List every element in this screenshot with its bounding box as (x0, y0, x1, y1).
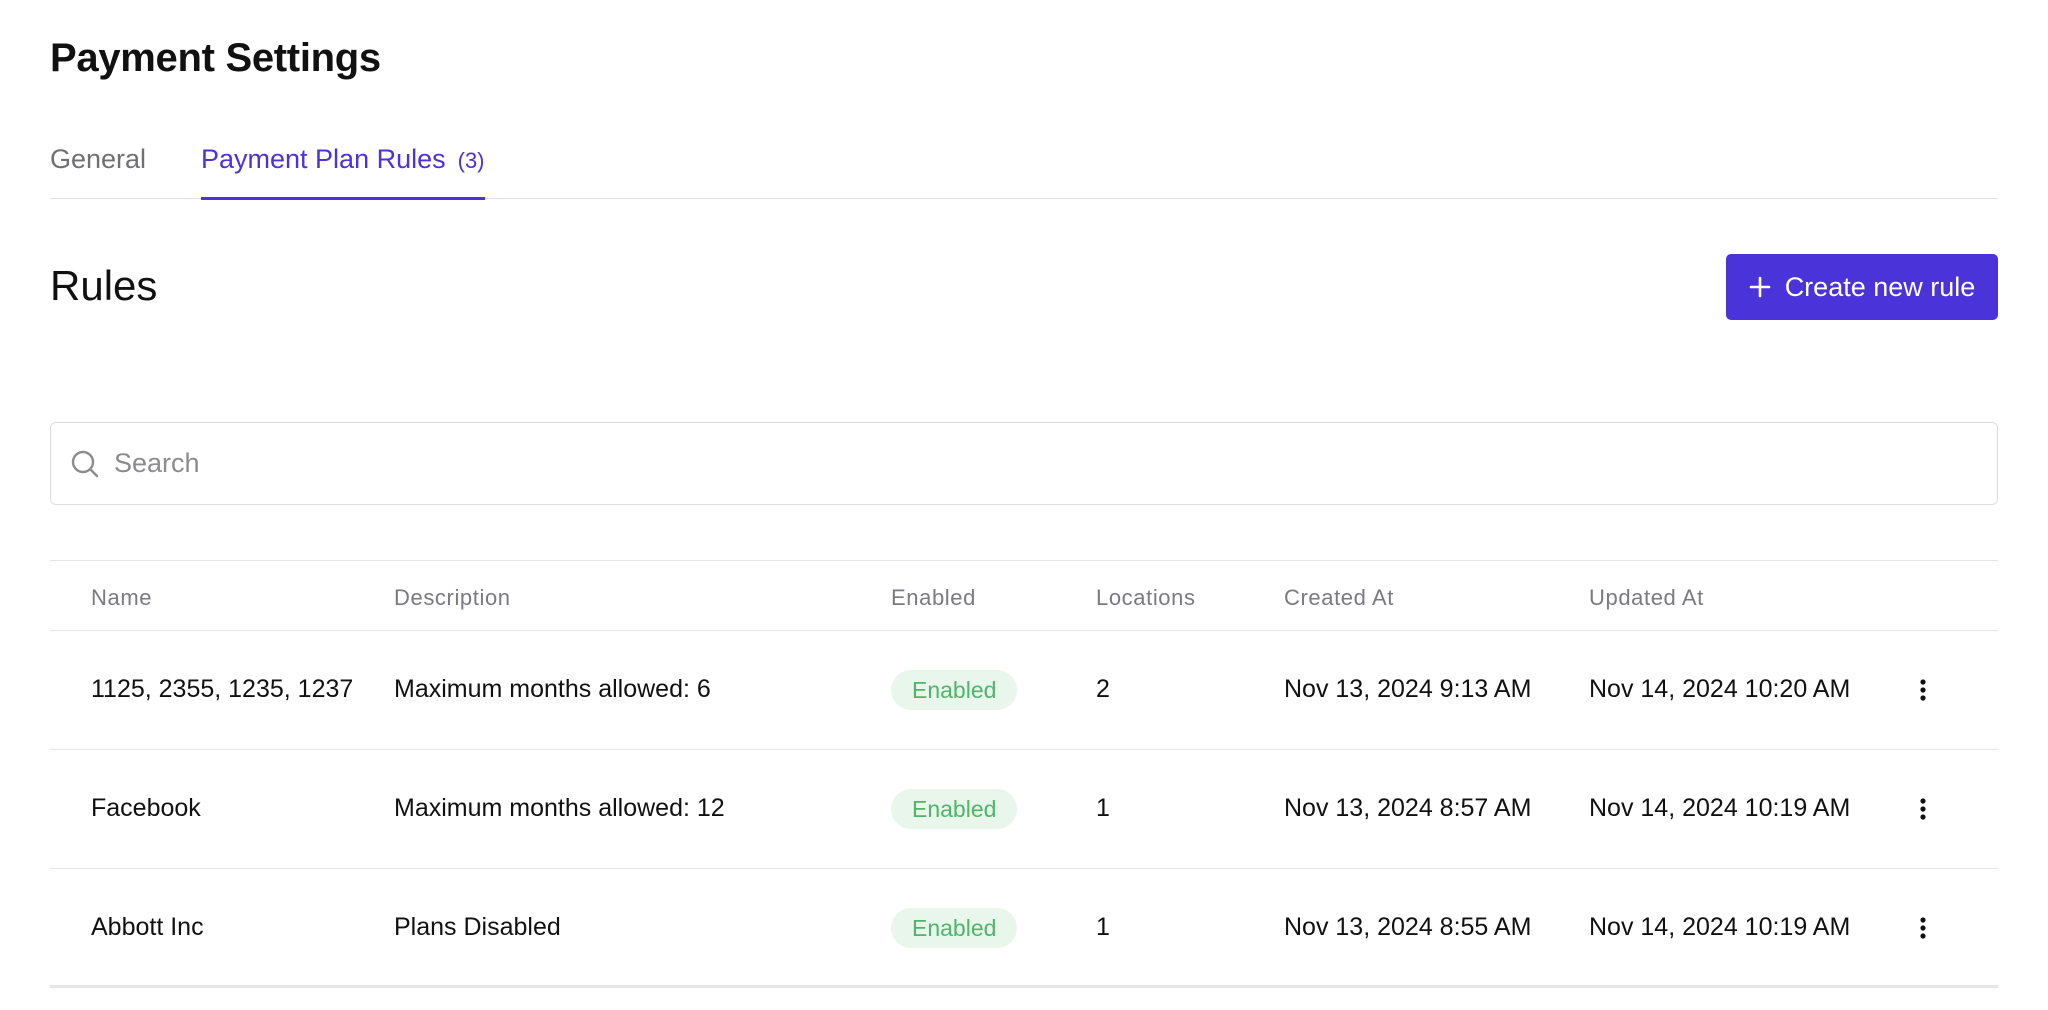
table-row[interactable]: 1125, 2355, 1235, 1237 Maximum months al… (50, 631, 1998, 750)
column-header-description[interactable]: Description (394, 585, 511, 611)
settings-tabs: General Payment Plan Rules (3) (50, 134, 1998, 200)
table-row[interactable]: Facebook Maximum months allowed: 12 Enab… (50, 750, 1998, 869)
plus-icon (1749, 276, 1771, 298)
rule-locations: 2 (1096, 675, 1110, 703)
rule-updated-at: Nov 14, 2024 10:20 AM (1589, 675, 1851, 703)
rule-description: Maximum months allowed: 12 (394, 794, 725, 822)
section-title: Rules (50, 262, 158, 309)
tab-payment-plan-rules-label: Payment Plan Rules (201, 144, 446, 174)
tab-general[interactable]: General (50, 144, 146, 199)
rule-updated-at: Nov 14, 2024 10:19 AM (1589, 794, 1851, 822)
column-header-locations[interactable]: Locations (1096, 585, 1196, 611)
search-input[interactable] (114, 448, 1914, 479)
create-new-rule-button[interactable]: Create new rule (1726, 254, 1998, 320)
table-header: Name Description Enabled Locations Creat… (50, 560, 1998, 631)
rule-description: Plans Disabled (394, 913, 561, 941)
tab-payment-plan-rules[interactable]: Payment Plan Rules (3) (201, 144, 485, 200)
column-header-updated-at[interactable]: Updated At (1589, 585, 1704, 611)
column-header-enabled[interactable]: Enabled (891, 585, 976, 611)
create-new-rule-label: Create new rule (1784, 271, 1976, 302)
table-row[interactable]: Abbott Inc Plans Disabled Enabled 1 Nov … (50, 869, 1998, 988)
more-vertical-icon[interactable] (1910, 796, 1936, 822)
rule-locations: 1 (1096, 794, 1110, 822)
rule-created-at: Nov 13, 2024 8:55 AM (1284, 913, 1532, 941)
rule-name: Abbott Inc (91, 913, 204, 941)
search-bar (50, 422, 1998, 505)
rule-name: 1125, 2355, 1235, 1237 (91, 675, 354, 703)
payment-settings-page: Payment Settings General Payment Plan Ru… (0, 0, 2048, 1010)
page-title: Payment Settings (50, 36, 381, 80)
rule-updated-at: Nov 14, 2024 10:19 AM (1589, 913, 1851, 941)
rule-description: Maximum months allowed: 6 (394, 675, 711, 703)
search-icon (70, 449, 100, 479)
more-vertical-icon[interactable] (1910, 915, 1936, 941)
tab-count-badge: (3) (457, 148, 485, 173)
rule-created-at: Nov 13, 2024 9:13 AM (1284, 675, 1532, 703)
status-badge: Enabled (891, 908, 1018, 948)
status-badge: Enabled (891, 670, 1018, 710)
tab-general-label: General (50, 144, 147, 174)
more-vertical-icon[interactable] (1910, 677, 1936, 703)
rule-locations: 1 (1096, 913, 1110, 941)
rules-table: Name Description Enabled Locations Creat… (50, 560, 1998, 988)
status-badge: Enabled (891, 789, 1018, 829)
column-header-name[interactable]: Name (91, 585, 152, 611)
rule-name: Facebook (91, 794, 201, 822)
column-header-created-at[interactable]: Created At (1284, 585, 1394, 611)
rule-created-at: Nov 13, 2024 8:57 AM (1284, 794, 1532, 822)
